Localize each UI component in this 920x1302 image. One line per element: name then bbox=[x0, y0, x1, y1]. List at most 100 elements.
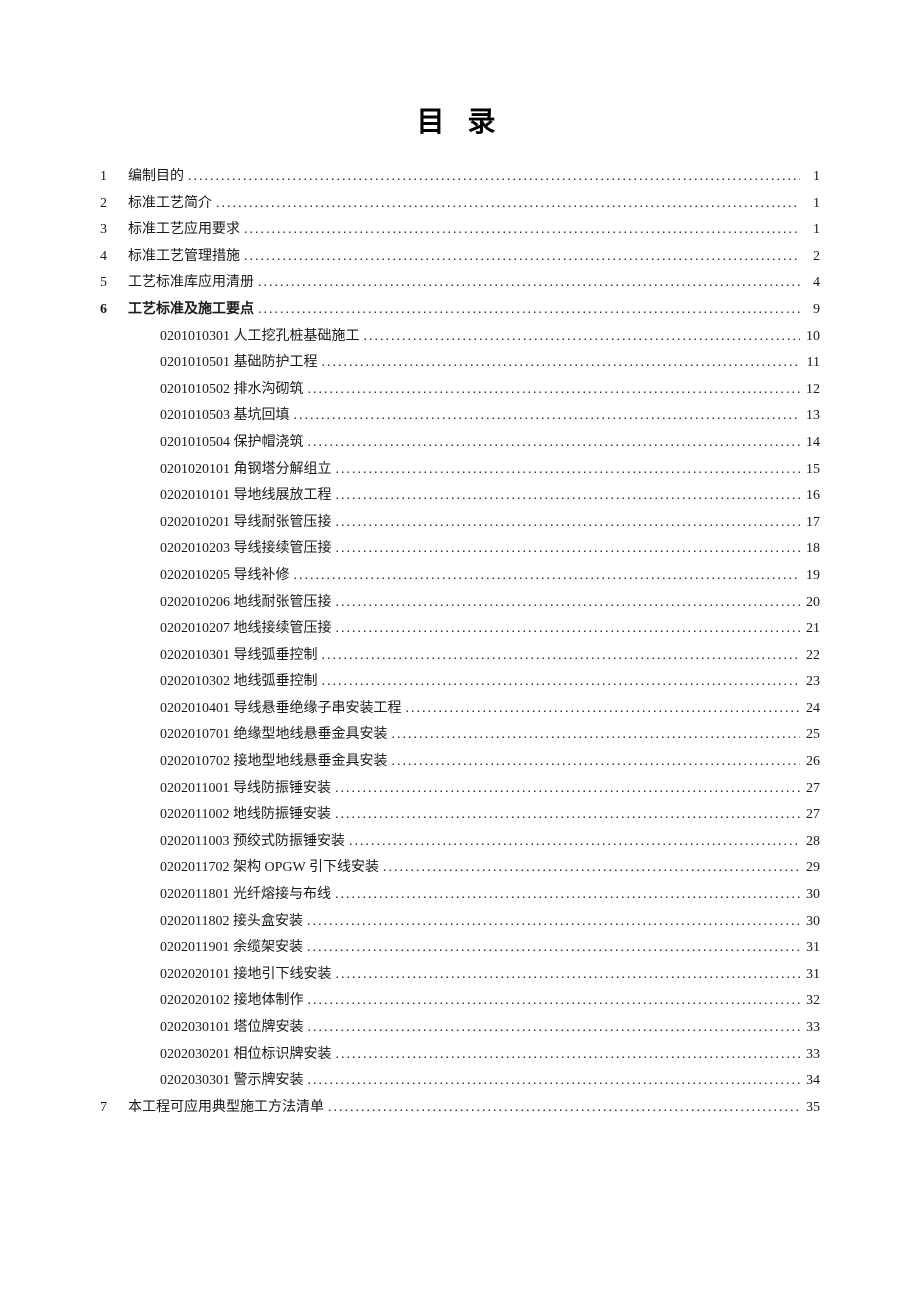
toc-entry-page: 23 bbox=[800, 669, 820, 696]
toc-leader-dots: ........................................… bbox=[402, 696, 801, 723]
toc-entry-label: 0202030101 塔位牌安装 bbox=[160, 1015, 304, 1042]
toc-entry-label: 0202010401 导线悬垂绝缘子串安装工程 bbox=[160, 696, 402, 723]
toc-leader-dots: ........................................… bbox=[254, 297, 800, 324]
toc-leader-dots: ........................................… bbox=[184, 164, 800, 191]
toc-entry-page: 1 bbox=[800, 191, 820, 218]
toc-entry-label: 0202011802 接头盒安装 bbox=[160, 909, 303, 936]
toc-entry-number: 7 bbox=[100, 1095, 128, 1122]
toc-entry-number: 6 bbox=[100, 297, 128, 324]
toc-entry: 3标准工艺应用要求 ..............................… bbox=[100, 217, 820, 244]
toc-leader-dots: ........................................… bbox=[318, 350, 801, 377]
toc-entry: 0202010702 接地型地线悬垂金具安装 .................… bbox=[100, 749, 820, 776]
toc-entry-label: 0202010205 导线补修 bbox=[160, 563, 290, 590]
toc-entry: 0202010701 绝缘型地线悬垂金具安装 .................… bbox=[100, 722, 820, 749]
toc-entry: 0201010504 保护帽浇筑 .......................… bbox=[100, 430, 820, 457]
toc-entry: 7本工程可应用典型施工方法清单 ........................… bbox=[100, 1095, 820, 1122]
toc-leader-dots: ........................................… bbox=[303, 935, 800, 962]
toc-leader-dots: ........................................… bbox=[240, 217, 800, 244]
toc-leader-dots: ........................................… bbox=[345, 829, 800, 856]
toc-leader-dots: ........................................… bbox=[332, 536, 801, 563]
toc-entry-label: 编制目的 bbox=[128, 164, 184, 191]
toc-entry-label: 工艺标准及施工要点 bbox=[128, 297, 254, 324]
toc-leader-dots: ........................................… bbox=[318, 669, 801, 696]
toc-leader-dots: ........................................… bbox=[332, 590, 801, 617]
toc-entry: 0201010501 基础防护工程 ......................… bbox=[100, 350, 820, 377]
toc-entry-label: 0202011801 光纤熔接与布线 bbox=[160, 882, 331, 909]
toc-leader-dots: ........................................… bbox=[388, 722, 801, 749]
toc-entry-label: 0202010101 导地线展放工程 bbox=[160, 483, 332, 510]
toc-leader-dots: ........................................… bbox=[290, 403, 801, 430]
toc-entry-page: 14 bbox=[800, 430, 820, 457]
toc-entry: 0201010301 人工挖孔桩基础施工 ...................… bbox=[100, 324, 820, 351]
toc-entry-page: 31 bbox=[800, 962, 820, 989]
toc-entry-label: 工艺标准库应用清册 bbox=[128, 270, 254, 297]
toc-entry-page: 27 bbox=[800, 776, 820, 803]
toc-entry-page: 13 bbox=[800, 403, 820, 430]
toc-entry: 0202010101 导地线展放工程 .....................… bbox=[100, 483, 820, 510]
toc-entry: 0202010302 地线弧垂控制 ......................… bbox=[100, 669, 820, 696]
toc-entry-page: 4 bbox=[800, 270, 820, 297]
toc-entry-page: 10 bbox=[800, 324, 820, 351]
toc-entry-page: 31 bbox=[800, 935, 820, 962]
toc-entry-page: 9 bbox=[800, 297, 820, 324]
toc-leader-dots: ........................................… bbox=[304, 988, 801, 1015]
toc-entry-page: 30 bbox=[800, 909, 820, 936]
toc-entry-number: 3 bbox=[100, 217, 128, 244]
toc-entry-page: 22 bbox=[800, 643, 820, 670]
toc-entry: 0202010207 地线接续管压接 .....................… bbox=[100, 616, 820, 643]
toc-entry-page: 11 bbox=[800, 350, 820, 377]
toc-entry-number: 4 bbox=[100, 244, 128, 271]
toc-title: 目 录 bbox=[100, 100, 820, 140]
toc-leader-dots: ........................................… bbox=[304, 430, 801, 457]
toc-entry: 0202010201 导线耐张管压接 .....................… bbox=[100, 510, 820, 537]
toc-entry-page: 18 bbox=[800, 536, 820, 563]
toc-entry-number: 1 bbox=[100, 164, 128, 191]
toc-entry: 0202020101 接地引下线安装 .....................… bbox=[100, 962, 820, 989]
toc-entry-page: 25 bbox=[800, 722, 820, 749]
toc-entry: 0202011901 余缆架安装 .......................… bbox=[100, 935, 820, 962]
toc-entry: 0202010203 导线接续管压接 .....................… bbox=[100, 536, 820, 563]
toc-entry-label: 0202030201 相位标识牌安装 bbox=[160, 1042, 332, 1069]
toc-entry-label: 0201010301 人工挖孔桩基础施工 bbox=[160, 324, 360, 351]
toc-entry-label: 0202011702 架构 OPGW 引下线安装 bbox=[160, 855, 379, 882]
toc-entry-label: 0202010201 导线耐张管压接 bbox=[160, 510, 332, 537]
toc-entry-page: 20 bbox=[800, 590, 820, 617]
toc-leader-dots: ........................................… bbox=[332, 962, 801, 989]
toc-leader-dots: ........................................… bbox=[212, 191, 800, 218]
toc-entry: 4标准工艺管理措施 ..............................… bbox=[100, 244, 820, 271]
toc-leader-dots: ........................................… bbox=[304, 377, 801, 404]
toc-entry: 0202030101 塔位牌安装 .......................… bbox=[100, 1015, 820, 1042]
toc-leader-dots: ........................................… bbox=[332, 483, 801, 510]
toc-entry-label: 0202010206 地线耐张管压接 bbox=[160, 590, 332, 617]
toc-entry-label: 0202011901 余缆架安装 bbox=[160, 935, 303, 962]
toc-entry: 0202010301 导线弧垂控制 ......................… bbox=[100, 643, 820, 670]
toc-leader-dots: ........................................… bbox=[379, 855, 800, 882]
toc-entry: 0201010503 基坑回填 ........................… bbox=[100, 403, 820, 430]
toc-leader-dots: ........................................… bbox=[331, 882, 800, 909]
toc-entry-label: 0202010203 导线接续管压接 bbox=[160, 536, 332, 563]
toc-entry-page: 34 bbox=[800, 1068, 820, 1095]
toc-entry: 0202020102 接地体制作 .......................… bbox=[100, 988, 820, 1015]
toc-entry-page: 21 bbox=[800, 616, 820, 643]
toc-entry-label: 0202011002 地线防振锤安装 bbox=[160, 802, 331, 829]
toc-entry-page: 33 bbox=[800, 1015, 820, 1042]
toc-leader-dots: ........................................… bbox=[332, 457, 801, 484]
toc-leader-dots: ........................................… bbox=[332, 510, 801, 537]
toc-entry-label: 标准工艺应用要求 bbox=[128, 217, 240, 244]
toc-leader-dots: ........................................… bbox=[290, 563, 801, 590]
toc-leader-dots: ........................................… bbox=[331, 802, 800, 829]
toc-entry-label: 0201010501 基础防护工程 bbox=[160, 350, 318, 377]
toc-entry: 0202010205 导线补修 ........................… bbox=[100, 563, 820, 590]
toc-entry-page: 24 bbox=[800, 696, 820, 723]
toc-entry-label: 0202010302 地线弧垂控制 bbox=[160, 669, 318, 696]
toc-entry-page: 19 bbox=[800, 563, 820, 590]
toc-entry: 5工艺标准库应用清册 .............................… bbox=[100, 270, 820, 297]
toc-leader-dots: ........................................… bbox=[254, 270, 800, 297]
toc-leader-dots: ........................................… bbox=[240, 244, 800, 271]
toc-entry-label: 0201010503 基坑回填 bbox=[160, 403, 290, 430]
toc-entry-label: 0202020102 接地体制作 bbox=[160, 988, 304, 1015]
toc-entry-page: 35 bbox=[800, 1095, 820, 1122]
toc-leader-dots: ........................................… bbox=[388, 749, 801, 776]
toc-entry: 0202011001 导线防振锤安装 .....................… bbox=[100, 776, 820, 803]
toc-entry-number: 5 bbox=[100, 270, 128, 297]
